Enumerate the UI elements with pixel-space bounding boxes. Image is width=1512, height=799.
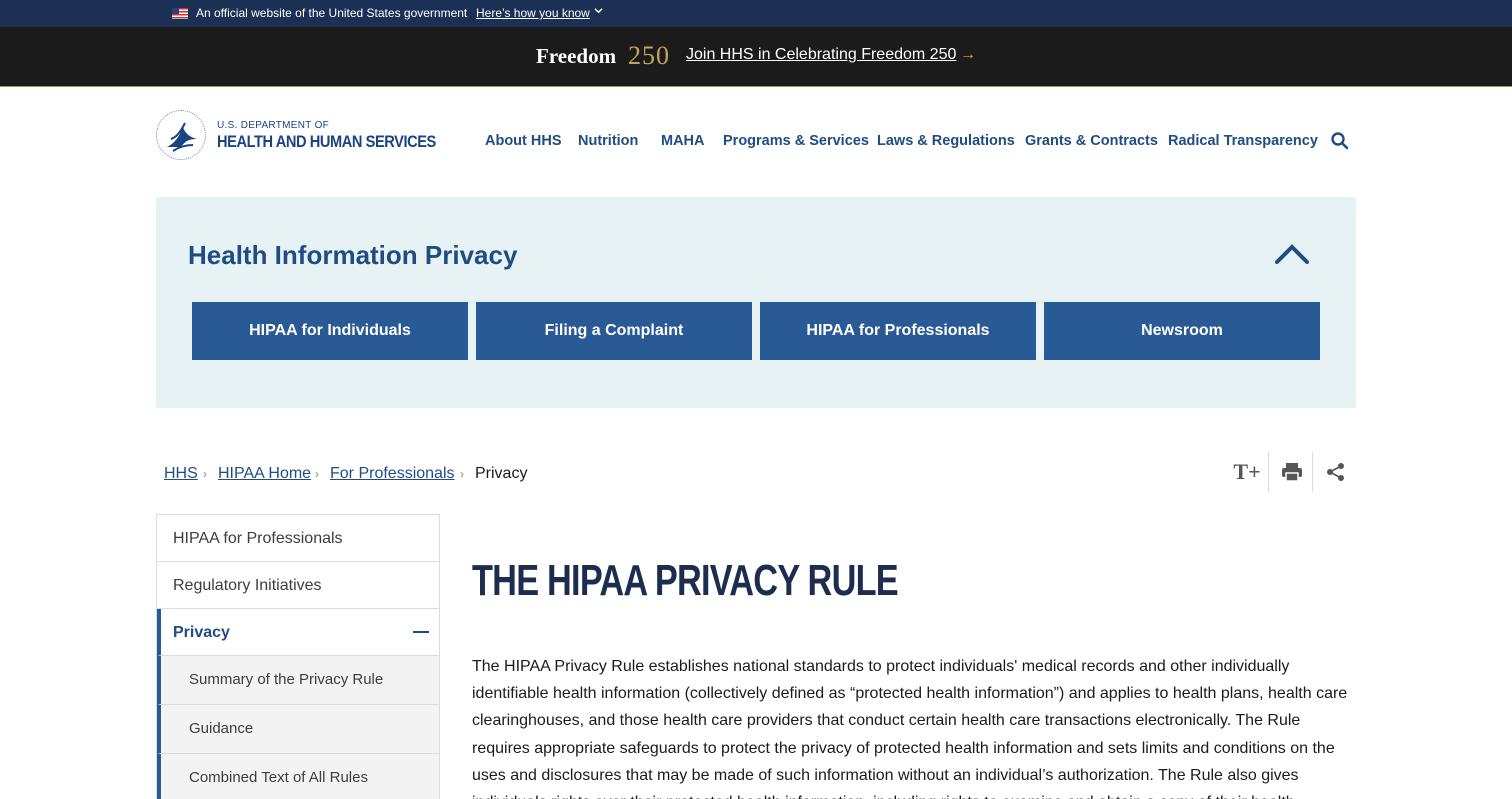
breadcrumb-separator: ›: [203, 467, 207, 481]
printer-icon[interactable]: [1270, 454, 1314, 490]
sidebar-item-hipaa-professionals[interactable]: HIPAA for Professionals: [157, 515, 439, 562]
breadcrumb-separator: ›: [460, 467, 464, 481]
nav-maha[interactable]: MAHA: [661, 133, 705, 149]
nav-laws-regulations[interactable]: Laws & Regulations: [877, 133, 1015, 149]
newsroom-button[interactable]: Newsroom: [1044, 302, 1320, 360]
filing-complaint-button[interactable]: Filing a Complaint: [476, 302, 752, 360]
hipaa-individuals-button[interactable]: HIPAA for Individuals: [192, 302, 468, 360]
text-size-icon: T+: [1233, 459, 1261, 484]
search-icon[interactable]: [1330, 131, 1350, 151]
breadcrumb-separator: ›: [315, 467, 319, 481]
hipaa-professionals-button[interactable]: HIPAA for Professionals: [760, 302, 1036, 360]
sidebar-nav: HIPAA for Professionals Regulatory Initi…: [156, 514, 440, 799]
nav-programs-services[interactable]: Programs & Services: [723, 133, 869, 149]
section-hero: Health Information Privacy HIPAA for Ind…: [156, 197, 1356, 408]
sidebar-item-privacy[interactable]: Privacy: [157, 609, 439, 656]
tool-divider: [1312, 452, 1313, 492]
us-flag-icon: [172, 8, 188, 19]
tool-divider: [1268, 452, 1269, 492]
nav-nutrition[interactable]: Nutrition: [578, 133, 638, 149]
chevron-up-icon[interactable]: [1274, 242, 1310, 266]
text-size-button[interactable]: T+: [1225, 454, 1269, 490]
sidebar-subitem-summary[interactable]: Summary of the Privacy Rule: [157, 656, 439, 705]
nav-grants-contracts[interactable]: Grants & Contracts: [1025, 133, 1158, 149]
collapse-icon[interactable]: [413, 631, 429, 633]
gov-banner: An official website of the United States…: [0, 0, 1512, 27]
nav-about-hhs[interactable]: About HHS: [485, 133, 562, 149]
sidebar-item-regulatory-initiatives[interactable]: Regulatory Initiatives: [157, 562, 439, 609]
gov-banner-text: An official website of the United States…: [196, 6, 468, 20]
freedom-logo-word: Freedom: [536, 44, 617, 68]
breadcrumb-hhs[interactable]: HHS: [164, 465, 198, 483]
logo-dept-name: HEALTH AND HUMAN SERVICES: [217, 132, 436, 151]
freedom-logo-number: 250: [628, 41, 670, 70]
share-icon[interactable]: [1314, 454, 1358, 490]
nav-radical-transparency[interactable]: Radical Transparency: [1168, 133, 1318, 149]
logo-dept-line: U.S. DEPARTMENT OF: [217, 120, 330, 131]
sidebar-item-label: Privacy: [173, 624, 230, 641]
intro-paragraph: The HIPAA Privacy Rule establishes natio…: [472, 658, 1348, 799]
chevron-down-icon[interactable]: [594, 6, 603, 18]
page-title: THE HIPAA PRIVACY RULE: [472, 556, 899, 605]
breadcrumb-current: Privacy: [475, 465, 528, 482]
arrow-right-icon[interactable]: →: [960, 46, 976, 64]
sidebar-subitem-guidance[interactable]: Guidance: [157, 705, 439, 754]
freedom-250-bar: Freedom 250 Join HHS in Celebrating Free…: [0, 27, 1512, 87]
hhs-seal-icon: [156, 110, 206, 160]
heres-how-you-know-link[interactable]: Here’s how you know: [476, 6, 590, 20]
section-title: Health Information Privacy: [188, 240, 518, 270]
breadcrumb-for-professionals[interactable]: For Professionals: [330, 465, 455, 483]
breadcrumb-hipaa-home[interactable]: HIPAA Home: [218, 465, 311, 483]
sidebar-subitem-combined-text[interactable]: Combined Text of All Rules: [157, 754, 439, 799]
freedom-250-link[interactable]: Join HHS in Celebrating Freedom 250: [686, 46, 956, 64]
